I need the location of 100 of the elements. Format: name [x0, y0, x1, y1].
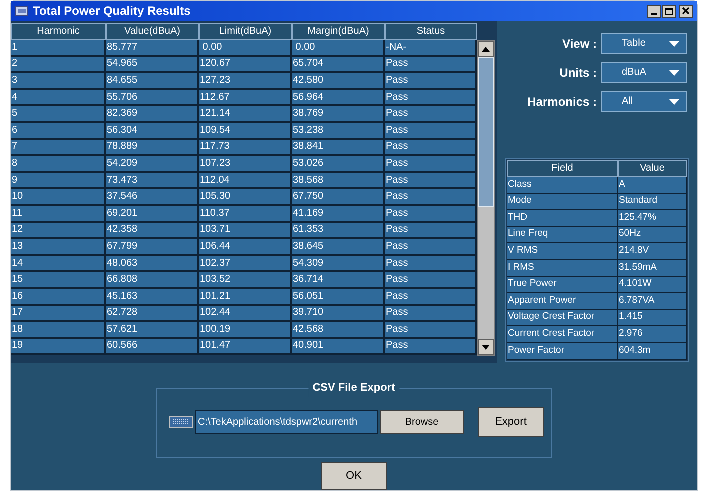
dropdown[interactable]: All — [601, 91, 687, 112]
up-arrow-icon — [482, 46, 490, 52]
scrollbar[interactable] — [477, 40, 495, 356]
table-cell: 41.169 — [292, 206, 385, 223]
table-cell: 604.3m — [618, 342, 687, 360]
table-cell: Pass — [385, 73, 477, 90]
close-button[interactable] — [679, 4, 693, 18]
table-cell: 16 — [11, 288, 106, 306]
table-cell: A — [618, 177, 687, 194]
table-cell: 101.21 — [199, 288, 292, 306]
table-cell: 69.201 — [106, 206, 199, 223]
table-cell: 18 — [11, 322, 106, 339]
table-cell: 67.799 — [106, 239, 199, 256]
table-cell: Pass — [385, 106, 477, 123]
caret-icon — [669, 98, 680, 104]
table-cell: 45.163 — [106, 288, 199, 306]
table-cell: 78.889 — [106, 140, 199, 156]
column-header: Value — [618, 160, 687, 177]
table-cell: 5 — [11, 106, 106, 123]
table-cell: Mode — [507, 194, 618, 210]
table-cell: 42.568 — [292, 322, 385, 339]
table-cell: 110.37 — [199, 206, 292, 223]
table-cell: 125.47% — [618, 210, 687, 227]
path-field[interactable]: C:\TekApplications\tdspwr2\currenth — [195, 410, 378, 434]
table-cell: True Power — [507, 276, 618, 294]
table-cell: 84.655 — [106, 73, 199, 90]
table-cell: 57.621 — [106, 322, 199, 339]
scroll-up-button[interactable] — [478, 41, 494, 57]
table-cell: 103.71 — [199, 222, 292, 240]
window-title: Total Power Quality Results — [33, 3, 192, 20]
table-cell: -NA- — [385, 40, 477, 57]
table-cell: 9 — [11, 172, 106, 190]
table-cell: 31.59mA — [618, 260, 687, 277]
table-cell: 65.704 — [292, 56, 385, 74]
table-cell: Pass — [385, 239, 477, 256]
table-cell: Line Freq — [507, 226, 618, 244]
table-cell: Pass — [385, 272, 477, 289]
down-arrow-icon — [482, 344, 490, 350]
table-cell: Pass — [385, 156, 477, 173]
ok-button[interactable]: OK — [321, 462, 387, 490]
dropdown[interactable]: dBuA — [601, 62, 687, 83]
minimize-button[interactable] — [647, 4, 661, 18]
maximize-button[interactable] — [662, 4, 676, 18]
table-cell: 105.30 — [199, 189, 292, 206]
table-cell: Apparent Power — [507, 293, 618, 310]
table-cell: 3 — [11, 73, 106, 90]
table-cell: 42.580 — [292, 73, 385, 90]
table-cell: Pass — [385, 189, 477, 206]
table-cell: 112.67 — [199, 90, 292, 106]
caret-icon — [669, 40, 680, 46]
keyboard-icon[interactable] — [169, 416, 193, 428]
table-cell: V RMS — [507, 243, 618, 260]
table-cell: 66.808 — [106, 272, 199, 289]
table-cell: Pass — [385, 122, 477, 140]
table-cell: Pass — [385, 288, 477, 306]
table-cell: Pass — [385, 140, 477, 156]
table-cell: Pass — [385, 56, 477, 74]
option-label: View : — [562, 36, 597, 52]
group-title: CSV File Export — [308, 380, 400, 396]
table-cell: 53.238 — [292, 122, 385, 140]
table-cell: Pass — [385, 338, 477, 356]
browse-button[interactable]: Browse — [380, 410, 464, 434]
table-cell: 103.52 — [199, 272, 292, 289]
table-cell: 4 — [11, 90, 106, 106]
table-cell: 214.8V — [618, 243, 687, 260]
table-cell: 4.101W — [618, 276, 687, 294]
dropdown[interactable]: Table — [601, 33, 687, 54]
table-cell: 1 — [11, 40, 106, 57]
column-header: Value(dBuA) — [106, 23, 199, 40]
close-icon — [682, 7, 690, 15]
table-cell: 54.309 — [292, 256, 385, 272]
table-cell: 102.44 — [199, 306, 292, 322]
table-cell: 60.566 — [106, 338, 199, 356]
table-cell: 102.37 — [199, 256, 292, 272]
table-cell: 2 — [11, 56, 106, 74]
table-cell: 2.976 — [618, 326, 687, 343]
table-cell: 19 — [11, 338, 106, 356]
table-cell: 14 — [11, 256, 106, 272]
table-cell: 56.964 — [292, 90, 385, 106]
table-cell: 54.965 — [106, 56, 199, 74]
export-button[interactable]: Export — [478, 407, 544, 437]
table-cell: 38.568 — [292, 172, 385, 190]
table-cell: 15 — [11, 272, 106, 289]
scroll-thumb[interactable] — [478, 57, 494, 207]
table-cell: 101.47 — [199, 338, 292, 356]
table-cell: 37.546 — [106, 189, 199, 206]
table-cell: 48.063 — [106, 256, 199, 272]
table-cell: 117.73 — [199, 140, 292, 156]
table-cell: 56.051 — [292, 288, 385, 306]
table-cell: 55.706 — [106, 90, 199, 106]
table-cell: 39.710 — [292, 306, 385, 322]
table-cell: 112.04 — [199, 172, 292, 190]
table-cell: 0.00 — [199, 40, 292, 57]
table-cell: Power Factor — [507, 342, 618, 360]
table-cell: Standard — [618, 194, 687, 210]
table-cell: 38.769 — [292, 106, 385, 123]
table-cell: Pass — [385, 206, 477, 223]
table-cell: 38.645 — [292, 239, 385, 256]
scroll-down-button[interactable] — [478, 339, 494, 355]
table-cell: THD — [507, 210, 618, 227]
